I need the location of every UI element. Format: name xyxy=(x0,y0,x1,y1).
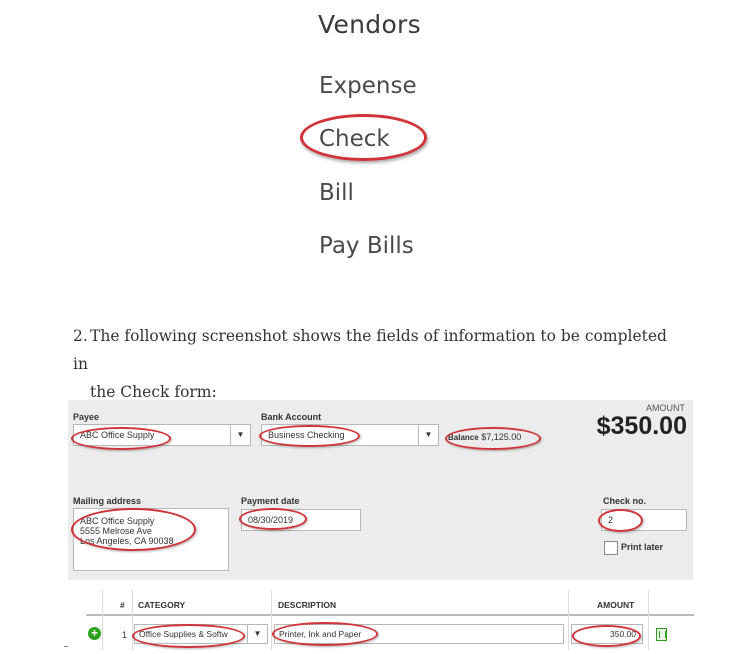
check-number-highlight-circle xyxy=(598,509,643,532)
column-divider xyxy=(568,590,569,650)
menu-item-expense[interactable]: Expense xyxy=(319,73,417,99)
amount-total: $350.00 xyxy=(596,412,687,440)
amount-highlight-circle xyxy=(572,625,641,647)
description-highlight-circle xyxy=(272,622,378,646)
step-number: 2. xyxy=(73,327,88,345)
category-highlight-circle xyxy=(132,624,245,648)
step-instruction: 2. The following screenshot shows the fie… xyxy=(73,322,683,406)
vendors-menu-title: Vendors xyxy=(318,10,421,39)
chevron-down-icon[interactable]: ▼ xyxy=(230,425,250,445)
payee-label: Payee xyxy=(73,412,100,422)
payment-date-highlight-circle xyxy=(239,508,307,530)
payment-date-label: Payment date xyxy=(241,496,300,506)
check-number-label: Check no. xyxy=(603,496,647,506)
bank-account-label: Bank Account xyxy=(261,412,322,422)
add-line-icon[interactable]: + xyxy=(88,627,101,640)
chevron-down-icon[interactable]: ▼ xyxy=(418,425,438,445)
check-form-panel: Payee ABC Office Supply ▼ Bank Account B… xyxy=(68,400,693,580)
trash-icon[interactable] xyxy=(656,628,667,641)
column-divider xyxy=(132,590,133,650)
print-later-checkbox[interactable] xyxy=(604,541,618,555)
step-line-1: The following screenshot shows the field… xyxy=(73,327,667,373)
print-later-label: Print later xyxy=(621,542,664,552)
category-details-table: # CATEGORY DESCRIPTION AMOUNT + 1 Office… xyxy=(68,590,694,654)
mailing-address-highlight-circle xyxy=(71,508,196,551)
menu-item-pay-bills[interactable]: Pay Bills xyxy=(319,233,414,259)
menu-item-bill[interactable]: Bill xyxy=(319,180,354,206)
column-divider xyxy=(102,590,103,650)
bank-account-highlight-circle xyxy=(259,425,360,447)
payee-highlight-circle xyxy=(71,427,171,450)
divider xyxy=(64,646,68,647)
column-divider xyxy=(648,590,649,650)
header-description: DESCRIPTION xyxy=(278,600,337,610)
mailing-address-label: Mailing address xyxy=(73,496,142,506)
chevron-down-icon[interactable]: ▼ xyxy=(247,625,267,643)
column-divider xyxy=(271,590,272,650)
header-amount: AMOUNT xyxy=(597,600,635,610)
header-row-number: # xyxy=(120,600,125,610)
balance-highlight-circle xyxy=(445,427,541,450)
header-category: CATEGORY xyxy=(138,600,186,610)
check-highlight-circle xyxy=(300,114,427,161)
row-number: 1 xyxy=(122,630,128,640)
